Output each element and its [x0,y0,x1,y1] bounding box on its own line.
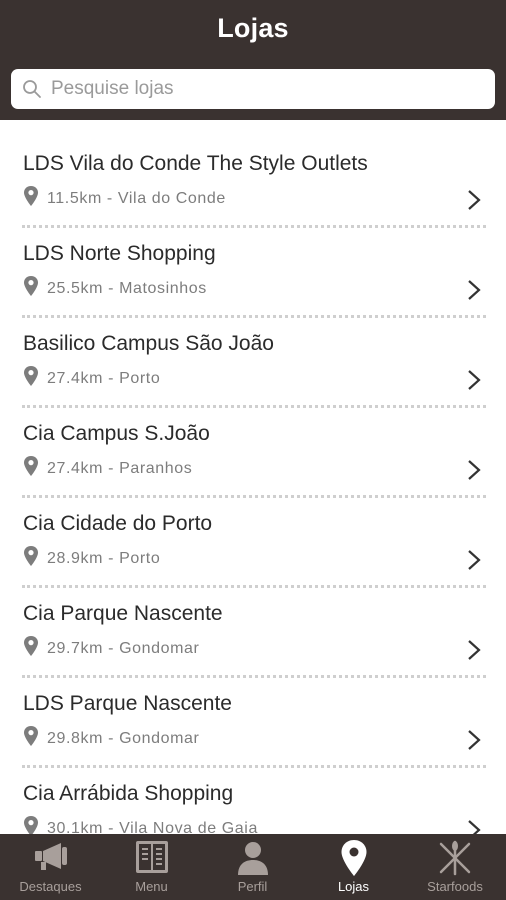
bottom-tab-bar: Destaques Menu Perfil Lojas Starfoods [0,834,506,900]
megaphone-icon [35,843,67,870]
person-icon [238,842,268,875]
chevron-right-icon[interactable] [466,459,482,481]
store-list-item[interactable]: LDS Parque Nascente 29.8km - Gondomar [0,660,506,768]
tab-label: Perfil [237,879,268,894]
tab-lojas[interactable]: Lojas [303,834,404,900]
chevron-right-icon[interactable] [466,549,482,571]
store-list-item[interactable]: LDS Vila do Conde The Style Outlets 11.5… [0,120,506,228]
location-pin-icon [24,726,38,746]
store-list-item[interactable]: Basilico Campus São João 27.4km - Porto [0,300,506,408]
page-title: Lojas [217,13,289,43]
store-distance-city: 25.5km - Matosinhos [47,280,207,297]
location-pin-icon [24,276,38,296]
store-name: LDS Vila do Conde The Style Outlets [23,152,368,175]
store-distance-city: 11.5km - Vila do Conde [47,190,226,207]
tab-menu[interactable]: Menu [101,834,202,900]
store-distance-city: 28.9km - Porto [47,550,161,567]
store-name: Cia Parque Nascente [23,602,223,625]
tab-label: Lojas [337,879,370,894]
location-pin-icon [341,840,367,876]
app-header: Lojas Pesquise lojas [0,0,506,120]
location-pin-icon [24,366,38,386]
chevron-right-icon[interactable] [466,189,482,211]
location-pin-icon [24,636,38,656]
store-name: Cia Arrábida Shopping [23,782,234,805]
store-name: LDS Parque Nascente [23,692,232,715]
search-icon [23,80,41,98]
tab-label: Destaques [19,879,82,894]
store-name: LDS Norte Shopping [23,242,216,265]
cutlery-icon [439,840,471,876]
store-list-item[interactable]: Cia Arrábida Shopping 30.1km - Vila Nova… [0,750,506,834]
search-placeholder: Pesquise lojas [51,78,174,99]
store-distance-city: 27.4km - Paranhos [47,460,193,477]
tab-label: Menu [135,879,168,894]
store-distance-city: 30.1km - Vila Nova de Gaia [47,820,258,834]
chevron-right-icon[interactable] [466,279,482,301]
tab-destaques[interactable]: Destaques [0,834,101,900]
store-list[interactable]: LDS Vila do Conde The Style Outlets 11.5… [0,120,506,834]
tab-perfil[interactable]: Perfil [202,834,303,900]
store-name: Cia Campus S.João [23,422,210,445]
store-distance-city: 27.4km - Porto [47,370,161,387]
tab-starfoods[interactable]: Starfoods [404,834,506,900]
store-name: Cia Cidade do Porto [23,512,213,535]
location-pin-icon [24,186,38,206]
menu-book-icon [136,841,168,873]
store-list-item[interactable]: Cia Campus S.João 27.4km - Paranhos [0,390,506,498]
store-distance-city: 29.7km - Gondomar [47,640,200,657]
location-pin-icon [24,456,38,476]
tab-label: Starfoods [427,879,483,894]
location-pin-icon [24,546,38,566]
chevron-right-icon[interactable] [466,819,482,834]
chevron-right-icon[interactable] [466,639,482,661]
store-distance-city: 29.8km - Gondomar [47,730,200,747]
store-list-item[interactable]: Cia Parque Nascente 29.7km - Gondomar [0,570,506,678]
chevron-right-icon[interactable] [466,369,482,391]
store-list-item[interactable]: LDS Norte Shopping 25.5km - Matosinhos [0,210,506,318]
chevron-right-icon[interactable] [466,729,482,751]
store-name: Basilico Campus São João [23,332,274,355]
store-list-item[interactable]: Cia Cidade do Porto 28.9km - Porto [0,480,506,588]
location-pin-icon [24,816,38,834]
search-input[interactable]: Pesquise lojas [11,69,495,109]
